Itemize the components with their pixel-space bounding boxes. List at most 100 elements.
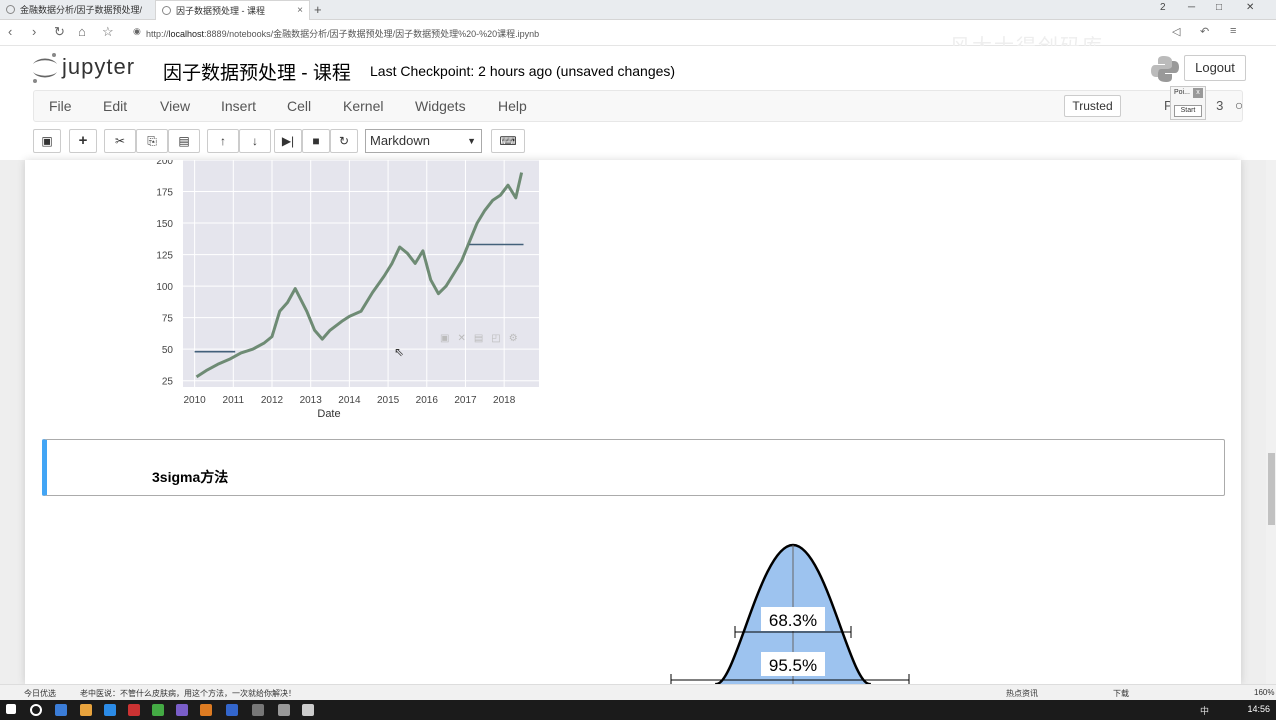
cut-button[interactable]: ✂ (104, 129, 136, 153)
y-tick-label: 150 (156, 219, 173, 230)
app-icon[interactable] (252, 704, 264, 716)
search-icon[interactable] (30, 704, 42, 716)
app-icon[interactable] (176, 704, 188, 716)
menu-view[interactable]: View (160, 98, 190, 114)
zoom-level[interactable]: 160% (1254, 688, 1274, 697)
scissors-icon: ✂ (114, 134, 126, 148)
jupyter-wordmark[interactable]: jupyter (62, 54, 135, 80)
close-tab-icon[interactable]: × (297, 1, 303, 21)
forward-icon[interactable]: › (32, 24, 36, 39)
maximize-button[interactable]: □ (1216, 2, 1222, 13)
arrow-down-icon: ↓ (252, 134, 258, 148)
insert-cell-button[interactable]: + (69, 129, 97, 153)
status-right-1[interactable]: 热点资讯 (1006, 688, 1038, 699)
popup-start-button[interactable]: Start (1174, 105, 1202, 117)
copy-button[interactable]: ⎘ (136, 129, 168, 153)
command-palette-button[interactable]: ⌨ (491, 129, 525, 153)
notebook-title[interactable]: 因子数据预处理 - 课程 (163, 58, 351, 85)
loading-icon (162, 6, 171, 15)
home-icon[interactable]: ⌂ (78, 24, 86, 39)
scrollbar-thumb[interactable] (1268, 453, 1275, 525)
normal-distribution-figure: 68.3% 95.5% (670, 543, 910, 684)
logout-button[interactable]: Logout (1184, 55, 1246, 81)
app-icon[interactable] (152, 704, 164, 716)
menu-file[interactable]: File (49, 98, 72, 114)
camera-icon[interactable]: ▣ (440, 333, 449, 344)
close-window-button[interactable]: ✕ (1246, 2, 1254, 13)
autoscale-icon[interactable]: ✕ (457, 333, 465, 344)
popup-close-icon[interactable]: x (1193, 88, 1203, 98)
clock[interactable]: 14:56 (1247, 704, 1270, 714)
mouse-cursor-icon: ⇖ (394, 345, 405, 359)
plus-icon: + (78, 132, 88, 149)
menu-cell[interactable]: Cell (287, 98, 311, 114)
y-tick-label: 75 (162, 314, 174, 325)
arrow-up-icon: ↑ (220, 134, 226, 148)
x-tick-label: 2010 (183, 395, 206, 406)
status-right-2[interactable]: 下载 (1113, 688, 1129, 699)
menu-help[interactable]: Help (498, 98, 527, 114)
y-tick-label: 175 (156, 188, 173, 199)
app-icon[interactable] (200, 704, 212, 716)
status-left-2[interactable]: 老中医说：不管什么皮肤病，用这个方法，一次就给你解决！ (80, 688, 296, 699)
stock-price-chart: 25 50 75 100 125 150 175 200 2010 2011 2012 2013 201… (156, 160, 539, 420)
app-icon[interactable] (104, 704, 116, 716)
site-info-icon[interactable]: ◉ (133, 26, 141, 37)
stop-icon: ■ (312, 134, 320, 148)
windows-start-icon[interactable] (6, 704, 16, 714)
back-icon[interactable]: ‹ (8, 24, 12, 39)
status-left-1[interactable]: 今日优选 (24, 688, 56, 699)
taskbar: 中 14:56 (0, 700, 1276, 720)
scrollbar[interactable] (1266, 160, 1276, 684)
menu-edit[interactable]: Edit (103, 98, 127, 114)
browser-tab-2[interactable]: 因子数据预处理 - 课程 × (155, 0, 310, 20)
dropdown-arrow-icon: ▼ (467, 136, 476, 146)
markdown-cell[interactable]: 3sigma方法 (42, 439, 1225, 496)
restart-button[interactable]: ↻ (330, 129, 358, 153)
tab-label: 金融数据分析/因子数据预处理/ (20, 5, 143, 15)
jupyter-logo-icon (33, 53, 57, 83)
url-field[interactable]: http://localhost:8889/notebooks/金融数据分析/因… (146, 27, 539, 40)
y-tick-label: 50 (162, 345, 174, 356)
browser-icon[interactable] (226, 704, 238, 716)
tab-count-button[interactable]: 2 (1160, 2, 1166, 13)
app-icon[interactable] (278, 704, 290, 716)
paste-button[interactable]: ▤ (168, 129, 200, 153)
trusted-indicator[interactable]: Trusted (1064, 95, 1121, 117)
loading-icon (6, 5, 15, 14)
x-tick-label: 2013 (300, 395, 323, 406)
menu-kernel[interactable]: Kernel (343, 98, 383, 114)
move-up-button[interactable]: ↑ (207, 129, 239, 153)
share-icon[interactable]: ◁ (1172, 25, 1180, 38)
save-plot-icon[interactable]: ▤ (474, 333, 483, 344)
bookmark-star-icon[interactable]: ☆ (102, 24, 114, 40)
reload-icon[interactable]: ↻ (54, 24, 65, 40)
restart-icon: ↻ (338, 134, 350, 148)
interrupt-button[interactable]: ■ (302, 129, 330, 153)
explorer-icon[interactable] (80, 704, 92, 716)
move-down-button[interactable]: ↓ (239, 129, 271, 153)
run-button[interactable]: ▶| (274, 129, 302, 153)
y-tick-label: 100 (156, 282, 173, 293)
new-tab-button[interactable]: + (314, 2, 322, 17)
step-forward-icon: ▶| (281, 134, 295, 148)
history-icon[interactable]: ↶ (1200, 25, 1209, 38)
menu-icon[interactable]: ≡ (1230, 25, 1236, 37)
checkpoint-status: Last Checkpoint: 2 hours ago (unsaved ch… (370, 63, 676, 79)
app-icon[interactable] (128, 704, 140, 716)
cell-type-select[interactable]: Markdown ▼ (365, 129, 482, 153)
popup-label: Poi... (1174, 89, 1190, 96)
app-icon[interactable] (302, 704, 314, 716)
y-tick-label: 200 (156, 160, 173, 167)
edit-plot-icon[interactable]: ◰ (491, 333, 500, 344)
menu-insert[interactable]: Insert (221, 98, 256, 114)
x-tick-label: 2018 (493, 395, 516, 406)
x-tick-label: 2011 (223, 395, 245, 406)
minimize-button[interactable]: ─ (1188, 2, 1195, 13)
settings-gear-icon[interactable]: ⚙ (509, 333, 518, 344)
menu-widgets[interactable]: Widgets (415, 98, 466, 114)
browser-tab-1[interactable]: 金融数据分析/因子数据预处理/ (0, 0, 152, 20)
taskview-icon[interactable] (55, 704, 67, 716)
save-button[interactable]: ▣ (33, 129, 61, 153)
ime-indicator[interactable]: 中 (1200, 704, 1209, 717)
